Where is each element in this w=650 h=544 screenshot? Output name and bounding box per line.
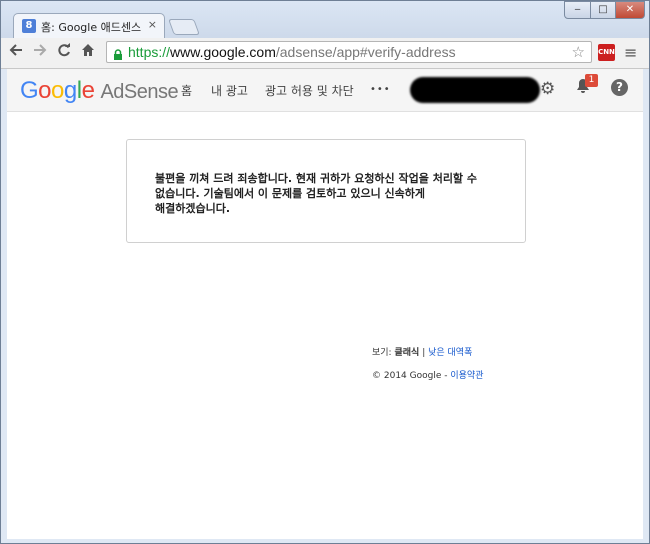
- notification-badge: 1: [585, 74, 598, 87]
- redacted-account: [410, 77, 540, 103]
- adsense-logo[interactable]: Google AdSense: [20, 77, 179, 105]
- help-icon[interactable]: ?: [611, 79, 628, 96]
- terms-link[interactable]: 이용약관: [450, 371, 483, 381]
- view-label: 보기:: [372, 348, 392, 358]
- separator: |: [422, 348, 426, 358]
- url-text: https://www.google.com/adsense/app#verif…: [128, 44, 456, 60]
- low-bandwidth-link[interactable]: 낮은 대역폭: [428, 348, 472, 358]
- nav-my-ads[interactable]: 내 광고: [211, 82, 248, 99]
- minimize-button[interactable]: ‒: [564, 1, 591, 19]
- menu-icon[interactable]: ≡: [624, 43, 637, 62]
- address-bar[interactable]: https://www.google.com/adsense/app#verif…: [106, 41, 592, 63]
- copyright-text: © 2014 Google: [372, 371, 442, 381]
- browser-window: 8 홈: Google 애드센스 × ‒ □ ✕ https://www.goo…: [0, 0, 650, 544]
- nav-allow-block-ads[interactable]: 광고 허용 및 차단: [265, 82, 354, 99]
- gear-icon[interactable]: ⚙: [540, 79, 555, 99]
- lock-icon: [113, 46, 123, 60]
- back-icon[interactable]: [9, 43, 23, 61]
- adsense-header: Google AdSense 홈 내 광고 광고 허용 및 차단 ••• ⚙ 1 …: [7, 69, 643, 112]
- reload-icon[interactable]: [57, 43, 71, 61]
- home-icon[interactable]: [81, 43, 95, 61]
- more-menu[interactable]: •••: [370, 84, 391, 95]
- view-classic: 클래식: [394, 348, 420, 358]
- nav-home[interactable]: 홈: [181, 82, 192, 99]
- tab-title: 홈: Google 애드센스: [41, 21, 142, 34]
- title-bar: 8 홈: Google 애드센스 × ‒ □ ✕: [1, 1, 649, 39]
- page-content: Google AdSense 홈 내 광고 광고 허용 및 차단 ••• ⚙ 1 …: [7, 69, 643, 539]
- cnn-extension-icon[interactable]: CNN: [598, 44, 615, 61]
- favicon-icon: 8: [22, 19, 36, 33]
- maximize-button[interactable]: □: [590, 1, 616, 19]
- dash: -: [444, 371, 448, 381]
- tab-close-icon[interactable]: ×: [148, 18, 157, 31]
- browser-toolbar: https://www.google.com/adsense/app#verif…: [1, 38, 649, 69]
- error-message: 불편을 끼쳐 드려 죄송합니다. 현재 귀하가 요청하신 작업을 처리할 수 없…: [155, 172, 478, 215]
- error-panel: 불편을 끼쳐 드려 죄송합니다. 현재 귀하가 요청하신 작업을 처리할 수 없…: [126, 139, 526, 243]
- forward-icon[interactable]: [33, 43, 47, 61]
- star-icon[interactable]: ☆: [572, 43, 585, 61]
- browser-tab[interactable]: 8 홈: Google 애드센스 ×: [13, 13, 165, 39]
- close-window-button[interactable]: ✕: [615, 1, 645, 19]
- new-tab-button[interactable]: [168, 19, 200, 35]
- view-switcher: 보기: 클래식 | 낮은 대역폭: [372, 345, 472, 358]
- copyright-line: © 2014 Google - 이용약관: [372, 368, 484, 381]
